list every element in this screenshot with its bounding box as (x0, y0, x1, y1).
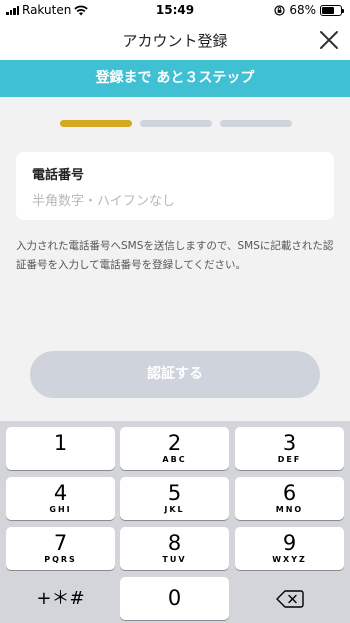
key-1[interactable]: 1 (6, 427, 115, 470)
key-number: 2 (167, 431, 182, 455)
phone-number-input[interactable] (32, 190, 322, 212)
key-3[interactable]: 3 DEF (235, 427, 344, 470)
key-number: 0 (167, 586, 182, 610)
delete-key[interactable] (235, 577, 344, 620)
key-letters: DEF (277, 455, 302, 464)
orientation-lock-icon (274, 4, 285, 16)
close-icon (320, 31, 338, 49)
key-letters: GHI (49, 505, 72, 514)
key-8[interactable]: 8 TUV (120, 527, 229, 570)
progress-step-3 (220, 120, 292, 127)
key-symbols[interactable]: +＊# (6, 577, 115, 620)
key-9[interactable]: 9 WXYZ (235, 527, 344, 570)
key-number: 6 (282, 481, 297, 505)
key-letters: ABC (162, 455, 187, 464)
sms-info-text: 入力された電話番号へSMSを送信しますので、SMSに記載された認証番号を入力して… (16, 240, 334, 271)
verify-button[interactable]: 認証する (30, 351, 320, 398)
key-2[interactable]: 2 ABC (120, 427, 229, 470)
phone-label: 電話番号 (32, 168, 85, 183)
progress-step-1 (60, 120, 132, 127)
battery-icon (320, 4, 344, 16)
key-number: 4 (53, 481, 68, 505)
key-number: 7 (53, 531, 68, 555)
key-letters: WXYZ (272, 555, 307, 564)
key-number: 8 (167, 531, 182, 555)
status-right: 68% (274, 3, 344, 17)
battery-percent: 68% (289, 3, 316, 17)
key-letters: PQRS (44, 555, 77, 564)
key-letters: JKL (164, 505, 185, 514)
header: アカウント登録 (0, 20, 350, 60)
symbols-label: +＊# (36, 588, 85, 609)
key-number: 1 (53, 431, 68, 455)
page-title: アカウント登録 (122, 32, 228, 50)
key-letters: TUV (162, 555, 187, 564)
phone-number-card: 電話番号 (16, 152, 334, 220)
steps-remaining-banner: 登録まで あと３ステップ (0, 60, 350, 97)
key-letters: MNO (275, 505, 304, 514)
numeric-keypad: 1 2 ABC 3 DEF 4 GHI 5 JKL 6 MNO 7 PQRS 8… (0, 421, 350, 623)
key-5[interactable]: 5 JKL (120, 477, 229, 520)
battery-level (322, 6, 335, 14)
key-0[interactable]: 0 (120, 577, 229, 620)
status-bar: Rakuten 15:49 68% (0, 0, 350, 20)
key-4[interactable]: 4 GHI (6, 477, 115, 520)
key-6[interactable]: 6 MNO (235, 477, 344, 520)
key-7[interactable]: 7 PQRS (6, 527, 115, 570)
step-progress (60, 120, 292, 127)
key-number: 9 (282, 531, 297, 555)
key-number: 3 (282, 431, 297, 455)
backspace-icon (275, 590, 304, 608)
progress-step-2 (140, 120, 212, 127)
close-button[interactable] (318, 29, 340, 51)
key-number: 5 (167, 481, 182, 505)
